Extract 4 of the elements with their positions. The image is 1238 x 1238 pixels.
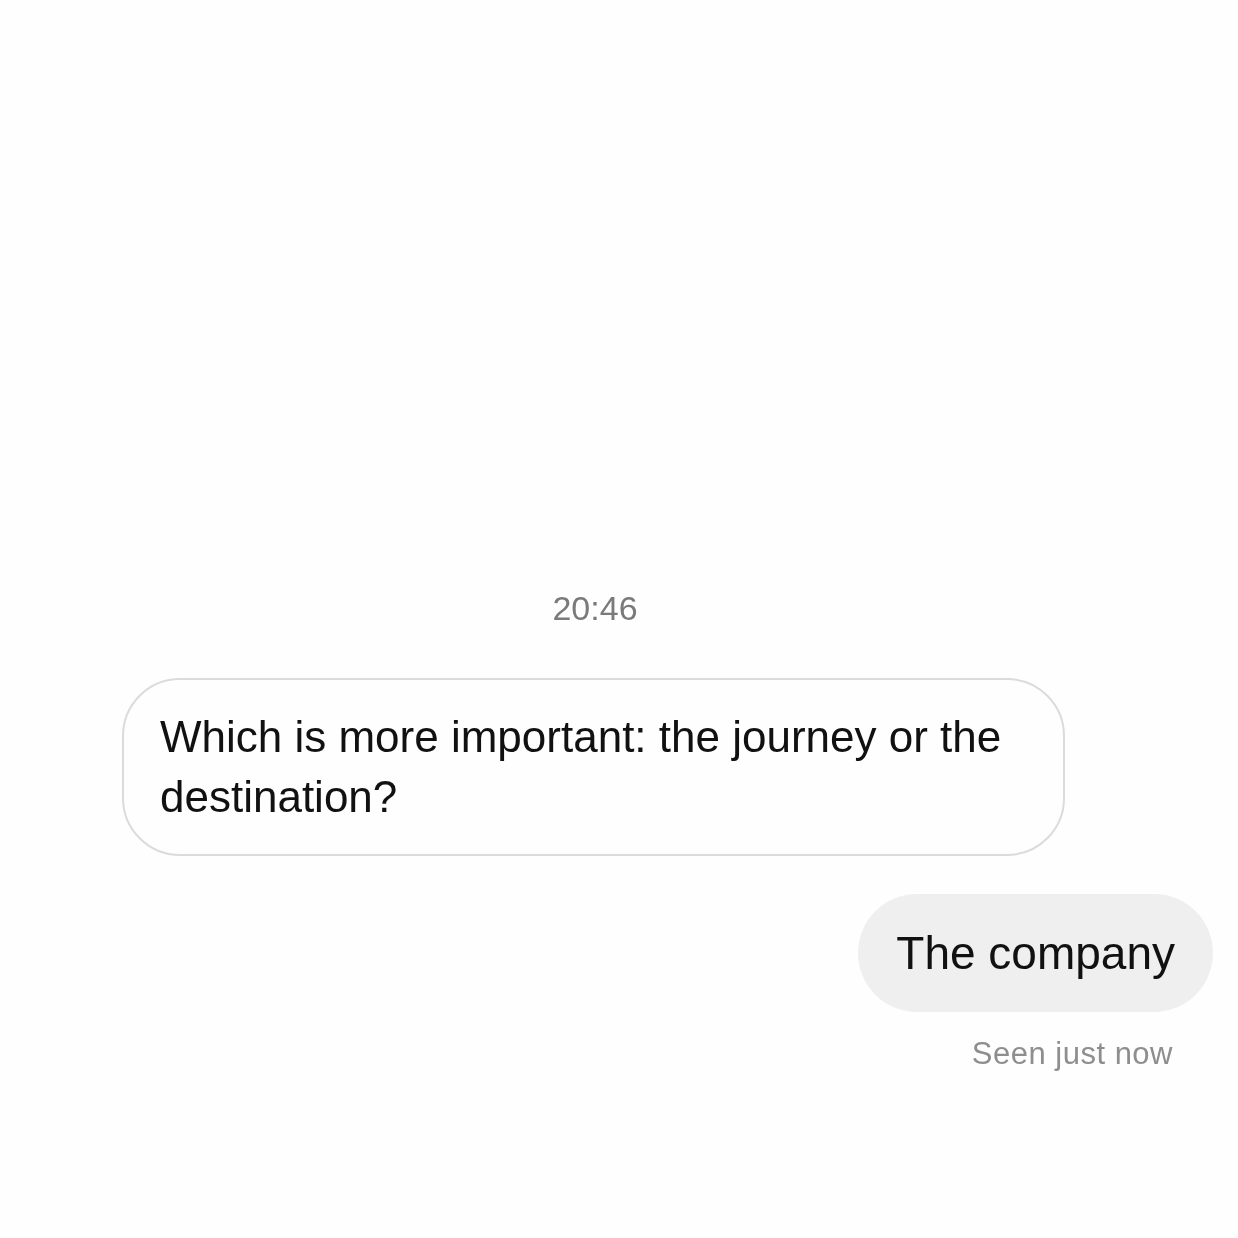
message-timestamp: 20:46 — [552, 588, 638, 629]
message-bubble: The company — [858, 894, 1213, 1012]
message-bubble: Which is more important: the journey or the destination? — [122, 678, 1065, 856]
seen-status: Seen just now — [971, 1035, 1173, 1073]
